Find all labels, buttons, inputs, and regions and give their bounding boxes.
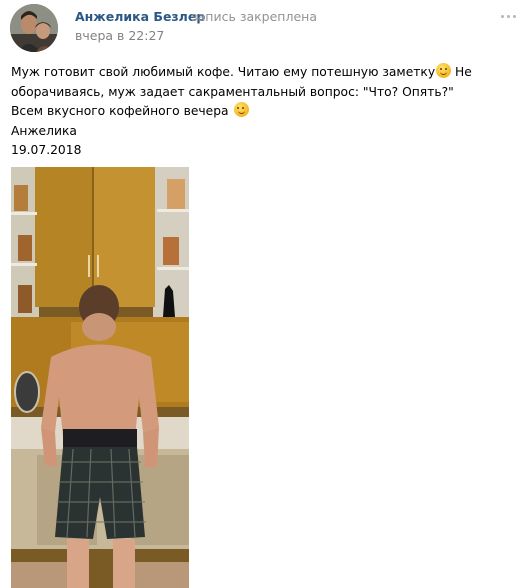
author-name-link[interactable]: Анжелика Безлер bbox=[75, 9, 205, 24]
post-time-link[interactable]: вчера в 22:27 bbox=[75, 28, 164, 43]
pinned-label: запись закреплена bbox=[191, 9, 317, 24]
smiling-face-icon bbox=[436, 63, 452, 78]
smiling-face-icon bbox=[233, 102, 249, 117]
author-avatar[interactable] bbox=[10, 4, 58, 52]
wall-post: Анжелика Безлер запись закреплена вчера … bbox=[0, 0, 529, 588]
post-text-line-2: оборачиваясь, муж задает сакраментальный… bbox=[11, 84, 454, 99]
post-date: 19.07.2018 bbox=[11, 143, 82, 157]
post-text-line-1-main: Муж готовит свой любимый кофе. Читаю ему… bbox=[11, 65, 436, 79]
post-signature: Анжелика bbox=[11, 123, 77, 138]
post-text-line-3: Всем вкусного кофейного вечера bbox=[11, 102, 516, 122]
post-text-line-3-main: Всем вкусного кофейного вечера bbox=[11, 104, 229, 118]
post-text-line-1: Муж готовит свой любимый кофе. Читаю ему… bbox=[11, 63, 516, 83]
post-text-line-1-tail: Не bbox=[451, 65, 472, 79]
more-dots-icon[interactable] bbox=[501, 12, 517, 22]
post-photo[interactable] bbox=[11, 167, 189, 588]
post-text: Муж готовит свой любимый кофе. Читаю ему… bbox=[11, 63, 516, 161]
